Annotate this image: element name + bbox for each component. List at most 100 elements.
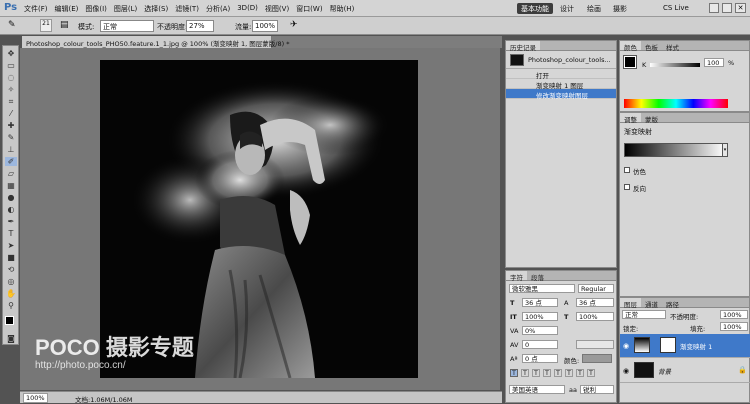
type-tool-icon[interactable]: T (5, 229, 17, 238)
healing-tool-icon[interactable]: ✚ (5, 121, 17, 130)
baseline-input[interactable]: 0 点 (522, 354, 558, 363)
history-brush-tool-icon[interactable]: ✐ (5, 157, 17, 166)
pen-tool-icon[interactable]: ✒ (5, 217, 17, 226)
font-family-select[interactable]: 微软雅黑 (509, 284, 575, 293)
text-color-swatch[interactable] (582, 354, 612, 363)
clone-stamp-tool-icon[interactable]: ⊥ (5, 145, 17, 154)
history-snapshot[interactable]: Photoshop_colour_tools... (506, 51, 616, 69)
quick-select-tool-icon[interactable]: ✧ (5, 85, 17, 94)
gradient-map-preview[interactable] (624, 143, 726, 157)
hand-tool-icon[interactable]: ✋ (5, 289, 17, 298)
visibility-eye-icon[interactable]: ◉ (623, 342, 629, 350)
dither-checkbox[interactable] (624, 167, 630, 173)
layer-row[interactable]: ◉ 背景 🔒 (620, 359, 750, 383)
tracking-secondary-select[interactable] (576, 340, 614, 349)
font-size-input[interactable]: 36 点 (522, 298, 558, 307)
tab-color[interactable]: 颜色 (620, 41, 641, 52)
workspace-paint-button[interactable]: 绘画 (583, 3, 605, 14)
marquee-tool-icon[interactable]: ▭ (5, 61, 17, 70)
color-spectrum-bar[interactable] (624, 99, 728, 108)
close-icon[interactable]: ✕ (735, 3, 746, 13)
superscript-button[interactable]: T (554, 369, 562, 377)
menu-select[interactable]: 选择(S) (144, 4, 168, 14)
menu-filter[interactable]: 滤镜(T) (175, 4, 199, 14)
underline-button[interactable]: T (576, 369, 584, 377)
minimize-button[interactable] (709, 3, 719, 13)
zoom-tool-icon[interactable]: ⚲ (5, 301, 17, 310)
gradient-dropdown-icon[interactable]: ▾ (722, 143, 728, 157)
tab-channels[interactable]: 通道 (641, 298, 662, 309)
document-tab[interactable]: Photoshop_colour_tools_PHO50.feature.1_1… (22, 36, 290, 48)
visibility-eye-icon[interactable]: ◉ (623, 367, 629, 375)
history-item-selected[interactable]: 修改渐变映射图层 (506, 89, 616, 100)
opacity-input[interactable]: 27% (186, 20, 214, 32)
font-style-select[interactable]: Regular (578, 284, 614, 293)
small-caps-button[interactable]: T (543, 369, 551, 377)
dodge-tool-icon[interactable]: ◐ (5, 205, 17, 214)
path-select-tool-icon[interactable]: ➤ (5, 241, 17, 250)
blur-tool-icon[interactable]: ● (5, 193, 17, 202)
shape-tool-icon[interactable]: ■ (5, 253, 17, 262)
tab-character[interactable]: 字符 (506, 271, 527, 282)
gradient-tool-icon[interactable]: ▦ (5, 181, 17, 190)
flow-input[interactable]: 100% (252, 20, 278, 32)
tab-styles[interactable]: 样式 (662, 41, 683, 52)
tab-paths[interactable]: 路径 (662, 298, 683, 309)
menu-analysis[interactable]: 分析(A) (206, 4, 230, 14)
vertical-scale-input[interactable]: 100% (522, 312, 558, 321)
k-value-input[interactable]: 100 (704, 58, 724, 67)
tracking-input[interactable]: 0% (522, 326, 558, 335)
faux-bold-button[interactable]: T (510, 369, 518, 377)
tab-adjustments[interactable]: 调整 (620, 113, 641, 124)
move-tool-icon[interactable]: ✥ (5, 49, 17, 58)
menu-3d[interactable]: 3D(D) (237, 4, 258, 14)
layer-opacity-input[interactable]: 100% (720, 310, 748, 319)
fill-input[interactable]: 100% (720, 322, 748, 331)
blend-mode-select[interactable]: 正常 (622, 310, 666, 319)
airbrush-icon[interactable]: ✈ (290, 20, 298, 30)
menu-window[interactable]: 窗口(W) (296, 4, 322, 14)
menu-layer[interactable]: 图层(L) (114, 4, 137, 14)
menu-image[interactable]: 图像(I) (85, 4, 107, 14)
brush-tool-icon[interactable]: ✎ (8, 20, 16, 30)
workspace-photo-button[interactable]: 摄影 (609, 3, 631, 14)
layer-mask-thumbnail[interactable] (660, 337, 676, 353)
layer-row-selected[interactable]: ◉ 渐变映射 1 (620, 334, 750, 358)
history-item[interactable]: 打开 (506, 69, 616, 80)
menu-view[interactable]: 视图(V) (265, 4, 289, 14)
quick-mask-icon[interactable]: ◙ (5, 334, 17, 343)
mode-select[interactable]: 正常 (100, 20, 154, 32)
tab-swatches[interactable]: 色板 (641, 41, 662, 52)
restore-button[interactable] (722, 3, 732, 13)
subscript-button[interactable]: T (565, 369, 573, 377)
eraser-tool-icon[interactable]: ▱ (5, 169, 17, 178)
anti-alias-select[interactable]: 锐利 (580, 385, 614, 394)
tab-paragraph[interactable]: 段落 (527, 271, 548, 282)
brush-panel-icon[interactable]: ▤ (60, 20, 69, 30)
leading-input[interactable]: 36 点 (576, 298, 614, 307)
kerning-input[interactable]: 0 (522, 340, 558, 349)
workspace-basic-button[interactable]: 基本功能 (517, 3, 553, 14)
brush-tool-icon[interactable]: ✎ (5, 133, 17, 142)
all-caps-button[interactable]: T (532, 369, 540, 377)
k-slider[interactable] (650, 63, 700, 67)
brush-size-picker[interactable]: 21 (40, 19, 52, 32)
faux-italic-button[interactable]: T (521, 369, 529, 377)
strikethrough-button[interactable]: T (587, 369, 595, 377)
tab-history[interactable]: 历史记录 (506, 41, 540, 52)
tab-layers[interactable]: 图层 (620, 298, 641, 309)
cs-live-button[interactable]: CS Live (663, 4, 689, 12)
menu-help[interactable]: 帮助(H) (330, 4, 355, 14)
workspace-design-button[interactable]: 设计 (556, 3, 578, 14)
zoom-level[interactable]: 100% (23, 393, 48, 403)
language-select[interactable]: 美国英语 (509, 385, 565, 394)
reverse-checkbox[interactable] (624, 184, 630, 190)
crop-tool-icon[interactable]: ⌗ (5, 97, 17, 106)
history-item[interactable]: 渐变映射 1 图层 (506, 79, 616, 90)
eyedropper-tool-icon[interactable]: ⁄ (5, 109, 17, 118)
tab-masks[interactable]: 蒙版 (641, 113, 662, 124)
menu-file[interactable]: 文件(F) (24, 4, 48, 14)
foreground-color-chip[interactable] (623, 55, 637, 69)
menu-edit[interactable]: 编辑(E) (55, 4, 79, 14)
horizontal-scale-input[interactable]: 100% (576, 312, 614, 321)
